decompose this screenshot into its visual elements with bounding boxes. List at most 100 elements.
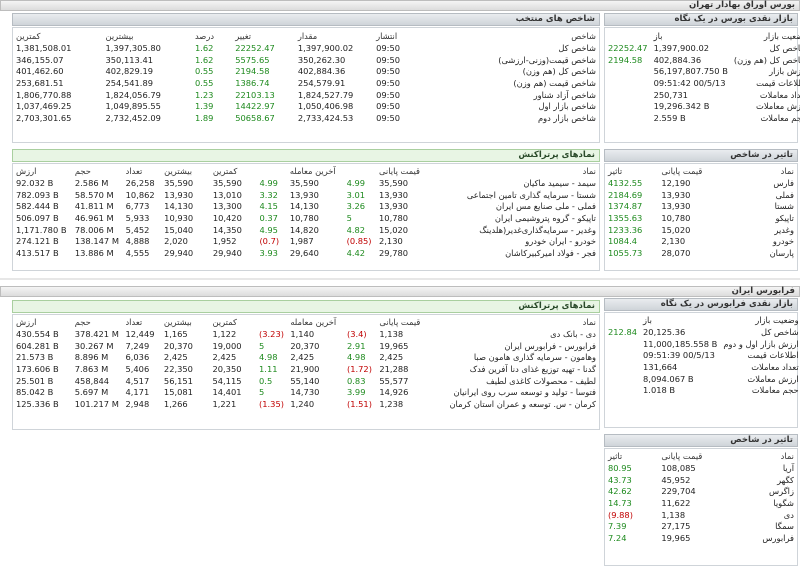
table-row[interactable]: وغدیر - سرمایه‌گذاری‌غدیر(هلدینگ 15,020 4.…: [13, 224, 599, 236]
column-header: بیشترین: [164, 166, 193, 177]
symbol-cell: شاخص بازار دوم: [537, 113, 596, 124]
value-cell: 5: [346, 213, 352, 224]
value-cell: 5,933: [125, 213, 150, 224]
symbol-cell: شگویا: [773, 498, 794, 509]
value-cell: 21,288: [379, 364, 409, 375]
symbol-cell: تاپیکو: [775, 213, 794, 224]
table-row[interactable]: شاخص قیمت(وزنی-ارزشی) 09:50 350,262.30 5575…: [13, 54, 599, 66]
tse-top-symbols-panel: نماد قیمت پایانی آخرین معامله کمترین بیشترین…: [12, 163, 600, 271]
top-bar-title: بورس اوراق بهادار تهران: [688, 0, 795, 10]
column-header: بیشترین: [163, 317, 192, 328]
table-row[interactable]: فملی 13,930 2184.69: [605, 189, 797, 201]
table-row[interactable]: سیمد - سیمید ماکیان 35,590 4.99 35,590 4.99 3…: [13, 178, 599, 190]
value-cell: 138.147 M: [74, 236, 119, 247]
value-cell: 2194.58: [235, 66, 270, 77]
table-row[interactable]: پارسان 28,070 1055.73: [605, 248, 797, 260]
value-cell: 1084.4: [608, 236, 638, 247]
table-row[interactable]: خودرو - ایران خودرو 2,130 (0.85) 1,987 (0.7)…: [13, 236, 599, 248]
symbol-cell: کگهر: [777, 474, 794, 485]
value-cell: 4,171: [125, 387, 150, 398]
overview-row: وضعیت بازار باز: [605, 315, 800, 327]
table-row[interactable]: فرابورس - فرابورس ایران 19,965 2.91 20,370 5…: [13, 340, 599, 352]
column-header: ارزش: [16, 166, 37, 177]
table-row[interactable]: کگهر 45,952 43.73: [605, 474, 797, 486]
table-row[interactable]: شاخص بازار دوم 09:50 2,733,424.53 50658.67 1…: [13, 113, 599, 125]
value-cell: 14,820: [289, 224, 319, 235]
table-row[interactable]: شاخص آزاد شناور 09:50 1,824,527.79 22103.13…: [13, 89, 599, 101]
table-row[interactable]: گدنا - تهیه توزیع غذای دنا آفرین فدک 21,2…: [13, 364, 599, 376]
table-row[interactable]: شستا 13,930 1374.87: [605, 201, 797, 213]
value-cell: 3.01: [346, 189, 366, 200]
table-row[interactable]: آریا 108,085 80.95: [605, 463, 797, 475]
value-cell: 46.961 M: [74, 213, 114, 224]
value-cell: 28,070: [661, 248, 691, 259]
value-cell: 6,036: [125, 352, 150, 363]
value-cell: 7.863 M: [74, 364, 109, 375]
value-cell: 29,940: [212, 248, 242, 259]
value-cell: 378.421 M: [74, 329, 119, 340]
overview-change: [605, 31, 651, 43]
table-header-row: نماد قیمت پایانی تاثیر: [605, 166, 797, 178]
value-cell: 56,151: [163, 375, 193, 386]
table-row[interactable]: دی 1,138 (9.88): [605, 509, 797, 521]
value-cell: 10,862: [125, 189, 155, 200]
value-cell: 15,040: [164, 224, 194, 235]
table-row[interactable]: شستا - سرمایه گذاری تامین اجتماعی 13,930 3…: [13, 189, 599, 201]
table-row[interactable]: فجر - فولاد امیرکبیرکاشان 29,780 4.42 29,64…: [13, 248, 599, 260]
tse-overview-header: بازار نقدی بورس در یک نگاه: [604, 13, 798, 26]
value-cell: 1,240: [290, 399, 315, 410]
column-header: تاثیر: [608, 451, 623, 462]
value-cell: 1,381,508.01: [16, 43, 72, 54]
table-row[interactable]: خودرو 2,130 1084.4: [605, 236, 797, 248]
table-row[interactable]: لطیف - محصولات کاغذی لطیف 55,577 0.83 55,14…: [13, 375, 599, 387]
overview-value: 09:51:39 00/5/13: [643, 350, 715, 361]
table-row[interactable]: کرمان - س. توسعه و عمران استان کرمان 1,23…: [13, 399, 599, 411]
value-cell: 35,590: [212, 178, 242, 189]
table-row[interactable]: وهامون - سرمایه گذاری هامون صبا 2,425 4.98…: [13, 352, 599, 364]
table-row[interactable]: دی - بانک دی 1,138 (3.4) 1,140 (3.23) 1,122 1,…: [13, 329, 599, 341]
ifb-top-symbols-header: نمادهای پرتراکنش: [12, 300, 600, 313]
value-cell: 2,948: [125, 399, 150, 410]
value-cell: 10,780: [379, 213, 409, 224]
table-row[interactable]: شاخص کل 09:50 1,397,900.02 22252.47 1.62 1,39…: [13, 43, 599, 55]
value-cell: 2,425: [379, 352, 404, 363]
column-header: حجم: [74, 166, 91, 177]
table-row[interactable]: زاگرس 229,704 42.62: [605, 486, 797, 498]
table-row[interactable]: شاخص کل (هم وزن) 09:50 402,884.36 2194.58 0.…: [13, 66, 599, 78]
overview-label: حجم معاملات: [760, 113, 800, 124]
symbol-cell: سیمد - سیمید ماکیان: [523, 178, 596, 189]
value-cell: 55,577: [379, 375, 409, 386]
table-row[interactable]: فتوسا - تولید و توسعه سرب روی ایرانیان 14…: [13, 387, 599, 399]
column-header: [344, 166, 376, 178]
value-cell: 13,930: [164, 189, 194, 200]
value-cell: 5: [259, 340, 265, 351]
table-row[interactable]: شاخص قیمت (هم وزن) 09:50 254,579.91 1386.74…: [13, 78, 599, 90]
column-header: نماد: [582, 166, 596, 177]
symbol-cell: شاخص کل (هم وزن): [522, 66, 596, 77]
value-cell: 09:50: [376, 101, 401, 112]
table-row[interactable]: شگویا 11,622 14.73: [605, 498, 797, 510]
section-divider: [0, 278, 800, 280]
table-row[interactable]: فارس 12,190 4132.55: [605, 178, 797, 190]
column-header: آخرین معامله: [290, 317, 337, 328]
overview-change: [605, 350, 640, 362]
value-cell: 30.267 M: [74, 340, 114, 351]
column-header: آخرین معامله: [289, 166, 336, 177]
value-cell: 10,420: [212, 213, 242, 224]
value-cell: 1,138: [379, 329, 404, 340]
table-row[interactable]: تاپیکو - گروه پتروشیمی ایران 10,780 5 10,78…: [13, 213, 599, 225]
table-row[interactable]: شاخص بازار اول 09:50 1,050,406.98 14422.97 1…: [13, 101, 599, 113]
column-header: انتشار: [376, 31, 398, 42]
ifb-overview-table: وضعیت بازار باز شاخص کل 20,125.36 212.84 ارزش…: [605, 315, 800, 397]
value-cell: 3.99: [347, 387, 366, 398]
table-row[interactable]: تاپیکو 10,780 1355.63: [605, 213, 797, 225]
selected-indices-table: شاخص انتشار مقدار تغییر درصد بیشترین کمترین شاخ…: [13, 31, 599, 125]
table-row[interactable]: سمگا 27,175 7.39: [605, 521, 797, 533]
table-row[interactable]: وغدیر 15,020 1233.36: [605, 224, 797, 236]
value-cell: 55,140: [290, 375, 320, 386]
value-cell: 22,350: [163, 364, 193, 375]
table-row[interactable]: فرابورس 19,965 7.24: [605, 533, 797, 545]
column-header: ارزش: [16, 317, 37, 328]
table-row[interactable]: فملی - ملی صنایع مس ایران 13,930 3.26 14,13…: [13, 201, 599, 213]
tse-top-symbols-header: نمادهای پرتراکنش: [12, 149, 600, 162]
